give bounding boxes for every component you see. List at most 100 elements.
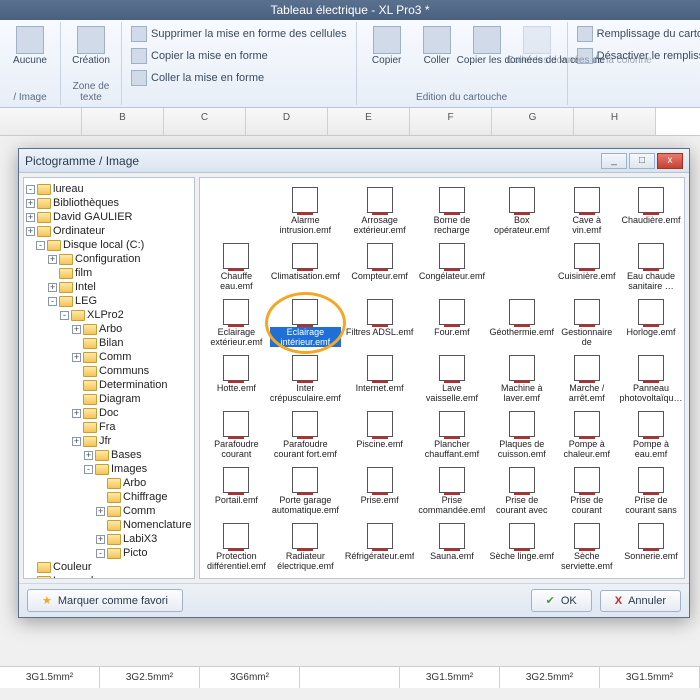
column-header[interactable]: F xyxy=(410,108,492,135)
tree-node[interactable]: -XLPro2 xyxy=(26,308,192,322)
pictogram-item[interactable]: Prise de courant sans terre.emf xyxy=(619,464,684,518)
expand-icon[interactable]: - xyxy=(60,311,69,320)
pictogram-item[interactable]: Congélateur.emf xyxy=(417,240,486,294)
tree-node[interactable]: Bilan xyxy=(26,336,192,350)
pictogram-item[interactable]: Borne de recharge véhicule électriq… xyxy=(417,184,486,238)
tree-node[interactable]: +Comm xyxy=(26,504,192,518)
expand-icon[interactable]: + xyxy=(48,283,57,292)
pictogram-item[interactable]: Protection différentiel.emf xyxy=(206,520,267,574)
pictogram-item[interactable]: Sèche linge.emf xyxy=(488,520,555,574)
pictogram-item[interactable]: Climatisation.emf xyxy=(269,240,342,294)
tree-node[interactable]: Fra xyxy=(26,420,192,434)
pictogram-item[interactable]: Eclairage intérieur.emf xyxy=(269,296,342,350)
expand-icon[interactable]: - xyxy=(26,185,35,194)
tree-node[interactable]: +LabiX3 xyxy=(26,532,192,546)
column-header[interactable]: C xyxy=(164,108,246,135)
expand-icon[interactable]: + xyxy=(96,535,105,544)
expand-icon[interactable]: + xyxy=(84,451,93,460)
expand-icon[interactable]: + xyxy=(72,325,81,334)
pictogram-item[interactable]: Prise de courant extérieur.emf xyxy=(557,464,617,518)
expand-icon[interactable]: + xyxy=(26,199,35,208)
pictogram-item[interactable] xyxy=(488,240,555,294)
pictogram-item[interactable]: Eau chaude sanitaire … xyxy=(619,240,684,294)
tree-node[interactable]: +Comm xyxy=(26,350,192,364)
tree-node[interactable]: +Ordinateur xyxy=(26,224,192,238)
pictogram-item[interactable]: Réfrigérateur.emf xyxy=(344,520,416,574)
pictogram-item[interactable]: Parafoudre courant faible.emf xyxy=(206,408,267,462)
tree-node[interactable]: Determination xyxy=(26,378,192,392)
expand-icon[interactable]: + xyxy=(26,227,35,236)
expand-icon[interactable]: - xyxy=(48,297,57,306)
erase-icon[interactable]: Supprimer la mise en forme des cellules xyxy=(128,24,350,44)
pictogram-item[interactable]: Inter crépusculaire.emf xyxy=(269,352,342,406)
pictogram-item[interactable]: Gestionnaire de chauffage.emf xyxy=(557,296,617,350)
sheet-cell[interactable]: 3G6mm² xyxy=(200,667,300,688)
expand-icon[interactable]: + xyxy=(96,507,105,516)
tree-node[interactable]: +Intel xyxy=(26,280,192,294)
column-header[interactable]: H xyxy=(574,108,656,135)
pictogram-item[interactable] xyxy=(206,184,267,238)
paste-icon[interactable]: Coller xyxy=(413,24,461,68)
expand-icon[interactable]: + xyxy=(26,213,35,222)
copy-format-icon[interactable]: Copier la mise en forme xyxy=(128,46,350,66)
column-header[interactable]: D xyxy=(246,108,328,135)
close-button[interactable]: x xyxy=(657,153,683,169)
tree-node[interactable]: +David GAULIER xyxy=(26,210,192,224)
sheet-cell[interactable]: 3G2.5mm² xyxy=(100,667,200,688)
pictogram-item[interactable]: Chaudière.emf xyxy=(619,184,684,238)
expand-icon[interactable]: + xyxy=(72,353,81,362)
pictogram-item[interactable]: Prise de courant avec terre.emf xyxy=(488,464,555,518)
pictogram-item[interactable]: Lave vaisselle.emf xyxy=(417,352,486,406)
pictogram-item[interactable]: Parafoudre courant fort.emf xyxy=(269,408,342,462)
tree-node[interactable]: +Arbo xyxy=(26,322,192,336)
pictogram-item[interactable]: Eclairage extérieur.emf xyxy=(206,296,267,350)
tree-node[interactable]: Communs xyxy=(26,364,192,378)
tree-node[interactable]: -LEG xyxy=(26,294,192,308)
column-header[interactable]: E xyxy=(328,108,410,135)
fill-icon[interactable]: Remplissage du cartouche xyxy=(574,24,700,44)
column-header[interactable]: G xyxy=(492,108,574,135)
pictogram-item[interactable]: Filtres ADSL.emf xyxy=(344,296,416,350)
icon-pane[interactable]: Alarme intrusion.emfArrosage extérieur.e… xyxy=(199,177,685,579)
pictogram-item[interactable]: Cave à vin.emf xyxy=(557,184,617,238)
sheet-cell[interactable]: 3G1.5mm² xyxy=(0,667,100,688)
pictogram-item[interactable]: Géothermie.emf xyxy=(488,296,555,350)
dialog-titlebar[interactable]: Pictogramme / Image _ □ x xyxy=(19,149,689,173)
tree-node[interactable]: Legrand xyxy=(26,574,192,579)
pictogram-item[interactable]: Alarme intrusion.emf xyxy=(269,184,342,238)
pictogram-item[interactable]: Four.emf xyxy=(417,296,486,350)
minimize-button[interactable]: _ xyxy=(601,153,627,169)
tree-node[interactable]: +Bibliothèques xyxy=(26,196,192,210)
font-icon[interactable]: Création xyxy=(67,24,115,68)
pictogram-item[interactable]: Arrosage extérieur.emf xyxy=(344,184,416,238)
ok-button[interactable]: ✔ OK xyxy=(531,589,592,612)
column-header[interactable]: B xyxy=(82,108,164,135)
pictogram-item[interactable]: Compteur.emf xyxy=(344,240,416,294)
pictogram-item[interactable]: Portail.emf xyxy=(206,464,267,518)
expand-icon[interactable]: + xyxy=(72,409,81,418)
tree-node[interactable]: Couleur xyxy=(26,560,192,574)
sheet-cell[interactable]: 3G2.5mm² xyxy=(500,667,600,688)
pictogram-item[interactable]: Machine à laver.emf xyxy=(488,352,555,406)
expand-icon[interactable]: - xyxy=(36,241,45,250)
tree-node[interactable]: Nomenclature xyxy=(26,518,192,532)
maximize-button[interactable]: □ xyxy=(629,153,655,169)
pictogram-item[interactable]: Chauffe eau.emf xyxy=(206,240,267,294)
pictogram-item[interactable]: Sauna.emf xyxy=(417,520,486,574)
x-icon[interactable]: Aucune xyxy=(6,24,54,68)
tree-node[interactable]: -Disque local (C:) xyxy=(26,238,192,252)
copy-icon[interactable]: Copier xyxy=(363,24,411,68)
tree-node[interactable]: -Picto xyxy=(26,546,192,560)
expand-icon[interactable]: + xyxy=(72,437,81,446)
tree-node[interactable]: +Jfr xyxy=(26,434,192,448)
expand-icon[interactable]: + xyxy=(48,255,57,264)
sheet-cell[interactable] xyxy=(300,667,400,688)
pictogram-item[interactable]: Pompe à chaleur.emf xyxy=(557,408,617,462)
pictogram-item[interactable]: Plancher chauffant.emf xyxy=(417,408,486,462)
pictogram-item[interactable]: Sèche serviette.emf xyxy=(557,520,617,574)
favorite-button[interactable]: ★ Marquer comme favori xyxy=(27,589,183,612)
tree-node[interactable]: -lureau xyxy=(26,182,192,196)
copy-col-icon[interactable]: Copier les données de la colonne xyxy=(463,24,511,68)
expand-icon[interactable]: - xyxy=(84,465,93,474)
tree-node[interactable]: Diagram xyxy=(26,392,192,406)
